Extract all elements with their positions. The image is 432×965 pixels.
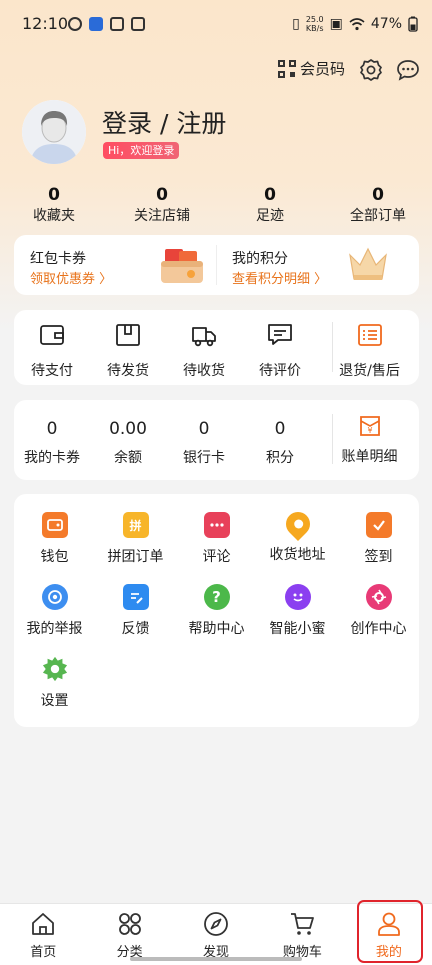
tool-wallet[interactable]: 钱包 bbox=[14, 512, 95, 566]
stat-footprints[interactable]: 0 足迹 bbox=[216, 184, 324, 228]
promo-card: 红包卡券 领取优惠券 〉 我的积分 查看积分明细 〉 bbox=[14, 235, 419, 295]
avatar[interactable] bbox=[22, 100, 86, 164]
svg-text:¥: ¥ bbox=[367, 426, 372, 435]
wallet-icon bbox=[40, 325, 64, 345]
asset-points[interactable]: 0 积分 bbox=[242, 400, 318, 480]
points-entry[interactable]: 我的积分 查看积分明细 〉 bbox=[216, 235, 416, 295]
app-notification-icon bbox=[131, 17, 145, 31]
tools-card: 钱包 拼 拼团订单 评论 收货地址 签到 我的举报 反馈 ? 帮助中心 智能小蜜… bbox=[14, 494, 419, 727]
compass-icon bbox=[204, 912, 228, 936]
asset-my-coupons[interactable]: 0 我的卡券 bbox=[14, 400, 90, 480]
welcome-badge: Hi，欢迎登录 bbox=[103, 142, 180, 159]
vibrate-icon: ▯ bbox=[292, 16, 300, 32]
cart-icon bbox=[291, 913, 315, 935]
tool-group-orders[interactable]: 拼 拼团订单 bbox=[95, 512, 176, 566]
orders-card: 待支付 待发货 待收货 待评价 退货/售后 bbox=[14, 310, 419, 385]
app-notification-icon bbox=[110, 17, 124, 31]
red-envelope-wallet-icon bbox=[161, 249, 203, 283]
order-pending-review[interactable]: 待评价 bbox=[242, 310, 318, 385]
tool-help-center[interactable]: ? 帮助中心 bbox=[176, 584, 257, 638]
sim-icon: ▣ bbox=[329, 16, 343, 32]
network-speed: 25.0 KB/s bbox=[305, 15, 324, 33]
order-pending-receipt[interactable]: 待收货 bbox=[166, 310, 242, 385]
question-icon: ? bbox=[203, 584, 230, 610]
tab-home[interactable]: 首页 bbox=[0, 904, 86, 965]
chat-icon bbox=[203, 512, 230, 538]
gear-icon bbox=[42, 656, 68, 682]
battery-icon bbox=[408, 16, 418, 32]
tool-settings[interactable]: 设置 bbox=[14, 656, 95, 710]
tool-creator-center[interactable]: 创作中心 bbox=[338, 584, 419, 638]
tool-reviews[interactable]: 评论 bbox=[176, 512, 257, 566]
tab-discover[interactable]: 发现 bbox=[173, 904, 259, 965]
tab-cart[interactable]: 购物车 bbox=[259, 904, 345, 965]
coupons-title: 红包卡券 bbox=[30, 251, 86, 267]
stat-followed-shops[interactable]: 0 关注店铺 bbox=[108, 184, 216, 228]
home-icon bbox=[32, 913, 55, 935]
asset-balance[interactable]: 0.00 余额 bbox=[90, 400, 166, 480]
tool-smart-assistant[interactable]: 智能小蜜 bbox=[257, 584, 338, 638]
wallet-icon bbox=[41, 512, 68, 538]
group-bag-icon: 拼 bbox=[122, 512, 149, 538]
tool-my-reports[interactable]: 我的举报 bbox=[14, 584, 95, 638]
stats-row: 0 收藏夹 0 关注店铺 0 足迹 0 全部订单 bbox=[0, 184, 432, 228]
document-edit-icon bbox=[122, 584, 149, 610]
member-code-button[interactable]: 会员码 bbox=[278, 58, 345, 79]
asset-bank-card[interactable]: 0 银行卡 bbox=[166, 400, 242, 480]
calendar-check-icon bbox=[365, 512, 392, 538]
status-bar: 12:10 ▯ 25.0 KB/s ▣ 47% bbox=[0, 0, 432, 50]
coupons-link: 领取优惠券 〉 bbox=[30, 272, 113, 287]
home-indicator[interactable] bbox=[130, 957, 302, 961]
stat-all-orders[interactable]: 0 全部订单 bbox=[324, 184, 432, 228]
stat-favorites[interactable]: 0 收藏夹 bbox=[0, 184, 108, 228]
comment-icon bbox=[268, 324, 292, 345]
message-icon[interactable] bbox=[396, 59, 420, 81]
tool-check-in[interactable]: 签到 bbox=[338, 512, 419, 566]
assistant-icon bbox=[284, 584, 311, 610]
assets-divider bbox=[332, 414, 333, 464]
refund-list-icon bbox=[357, 324, 382, 346]
wifi-icon bbox=[349, 17, 365, 30]
tool-shipping-address[interactable]: 收货地址 bbox=[257, 507, 338, 564]
assets-card: 0 我的卡券 0.00 余额 0 银行卡 0 积分 ¥ 账单明细 bbox=[14, 400, 419, 480]
battery-level: 47% bbox=[370, 16, 402, 32]
status-notification-icons bbox=[68, 17, 145, 31]
settings-gear-icon[interactable] bbox=[358, 57, 384, 83]
tab-mine-highlight-box bbox=[357, 900, 423, 963]
camera-shutter-icon bbox=[365, 584, 392, 610]
tab-category[interactable]: 分类 bbox=[86, 904, 172, 965]
app-notification-icon bbox=[89, 17, 103, 31]
points-link: 查看积分明细 〉 bbox=[232, 272, 328, 287]
qr-code-icon bbox=[278, 59, 296, 78]
crown-icon bbox=[349, 247, 387, 280]
target-icon bbox=[41, 584, 68, 610]
status-system-icons: ▯ 25.0 KB/s ▣ 47% bbox=[292, 15, 418, 33]
status-time: 12:10 bbox=[22, 14, 69, 33]
member-code-label: 会员码 bbox=[300, 60, 346, 78]
truck-icon bbox=[192, 327, 216, 347]
top-actions: 会员码 bbox=[0, 55, 432, 85]
points-title: 我的积分 bbox=[232, 251, 288, 267]
asset-bill-details[interactable]: ¥ 账单明细 bbox=[321, 400, 418, 480]
location-icon bbox=[280, 507, 315, 541]
login-register-link[interactable]: 登录 / 注册 bbox=[102, 104, 226, 140]
bill-icon: ¥ bbox=[359, 416, 380, 436]
default-avatar-icon bbox=[22, 100, 86, 164]
app-notification-icon bbox=[68, 17, 82, 31]
coupons-entry[interactable]: 红包卡券 领取优惠券 〉 bbox=[14, 235, 214, 295]
category-icon bbox=[118, 913, 141, 935]
order-refund-aftersale[interactable]: 退货/售后 bbox=[321, 310, 418, 385]
order-pending-payment[interactable]: 待支付 bbox=[14, 310, 90, 385]
tool-feedback[interactable]: 反馈 bbox=[95, 584, 176, 638]
box-icon bbox=[116, 324, 140, 346]
order-pending-shipment[interactable]: 待发货 bbox=[90, 310, 166, 385]
